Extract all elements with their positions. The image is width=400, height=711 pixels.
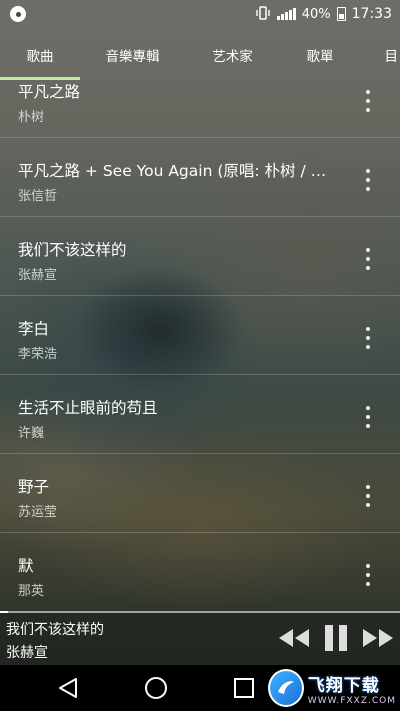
song-artist: 许巍 — [18, 426, 45, 441]
more-options-icon[interactable] — [358, 485, 378, 507]
song-title: 野子 — [18, 478, 50, 496]
tab-artists[interactable]: 艺术家 — [185, 43, 280, 65]
status-bar: 40% 17:33 — [0, 0, 400, 28]
now-playing-title: 我们不该这样的 — [6, 622, 104, 638]
active-tab-indicator — [0, 77, 80, 80]
song-artist: 张信哲 — [18, 189, 58, 204]
song-row[interactable]: 平凡之路 朴树 — [0, 80, 400, 138]
more-options-icon[interactable] — [358, 90, 378, 112]
more-options-icon[interactable] — [358, 327, 378, 349]
watermark-text: 飞翔下载 — [307, 675, 380, 696]
song-artist: 苏运莹 — [18, 505, 58, 520]
home-icon[interactable] — [142, 674, 170, 702]
vibrate-icon — [255, 5, 271, 23]
song-title: 平凡之路 + See You Again (原唱: 朴树 / Wiz Khali… — [18, 162, 340, 180]
rewind-icon[interactable] — [278, 623, 310, 653]
more-options-icon[interactable] — [358, 564, 378, 586]
song-artist: 张赫宣 — [18, 268, 58, 283]
song-title: 默 — [18, 557, 34, 575]
watermark-logo-icon — [268, 669, 304, 707]
more-options-icon[interactable] — [358, 248, 378, 270]
fast-forward-icon[interactable] — [362, 623, 394, 653]
now-playing-bar[interactable]: 我们不该这样的 张赫宣 — [0, 613, 400, 665]
now-playing-artist: 张赫宣 — [6, 645, 48, 661]
song-row[interactable]: 李白 李荣浩 — [0, 297, 400, 375]
clock: 17:33 — [351, 6, 392, 22]
more-options-icon[interactable] — [358, 406, 378, 428]
song-row[interactable]: 生活不止眼前的苟且 许巍 — [0, 376, 400, 454]
song-artist: 李荣浩 — [18, 347, 58, 362]
watermark-url: WWW.FXXZ.COM — [307, 695, 396, 706]
song-title: 平凡之路 — [18, 83, 81, 101]
tab-playlists[interactable]: 歌單 — [280, 43, 360, 65]
tab-albums[interactable]: 音樂專輯 — [80, 43, 185, 65]
back-icon[interactable] — [54, 674, 82, 702]
song-title: 生活不止眼前的苟且 — [18, 399, 158, 417]
song-row[interactable]: 默 那英 — [0, 534, 400, 611]
pause-icon[interactable] — [320, 623, 352, 653]
song-row[interactable]: 野子 苏运莹 — [0, 455, 400, 533]
song-artist: 那英 — [18, 584, 45, 599]
song-title: 李白 — [18, 320, 50, 338]
site-watermark: 飞翔下载 WWW.FXXZ.COM — [268, 668, 396, 708]
tab-songs[interactable]: 歌曲 — [0, 43, 80, 65]
battery-icon — [336, 7, 346, 21]
music-disc-icon — [10, 6, 26, 22]
tab-bar: 歌曲 音樂專輯 艺术家 歌單 目 — [0, 28, 400, 80]
song-row[interactable]: 平凡之路 + See You Again (原唱: 朴树 / Wiz Khali… — [0, 139, 400, 217]
song-title: 我们不该这样的 — [18, 241, 127, 259]
battery-percent: 40% — [301, 6, 331, 22]
tab-folders[interactable]: 目 — [360, 43, 400, 65]
signal-icon — [276, 8, 296, 20]
recents-icon[interactable] — [230, 674, 258, 702]
song-list: 平凡之路 朴树 平凡之路 + See You Again (原唱: 朴树 / W… — [0, 80, 400, 611]
more-options-icon[interactable] — [358, 169, 378, 191]
song-row[interactable]: 我们不该这样的 张赫宣 — [0, 218, 400, 296]
song-artist: 朴树 — [18, 110, 45, 125]
